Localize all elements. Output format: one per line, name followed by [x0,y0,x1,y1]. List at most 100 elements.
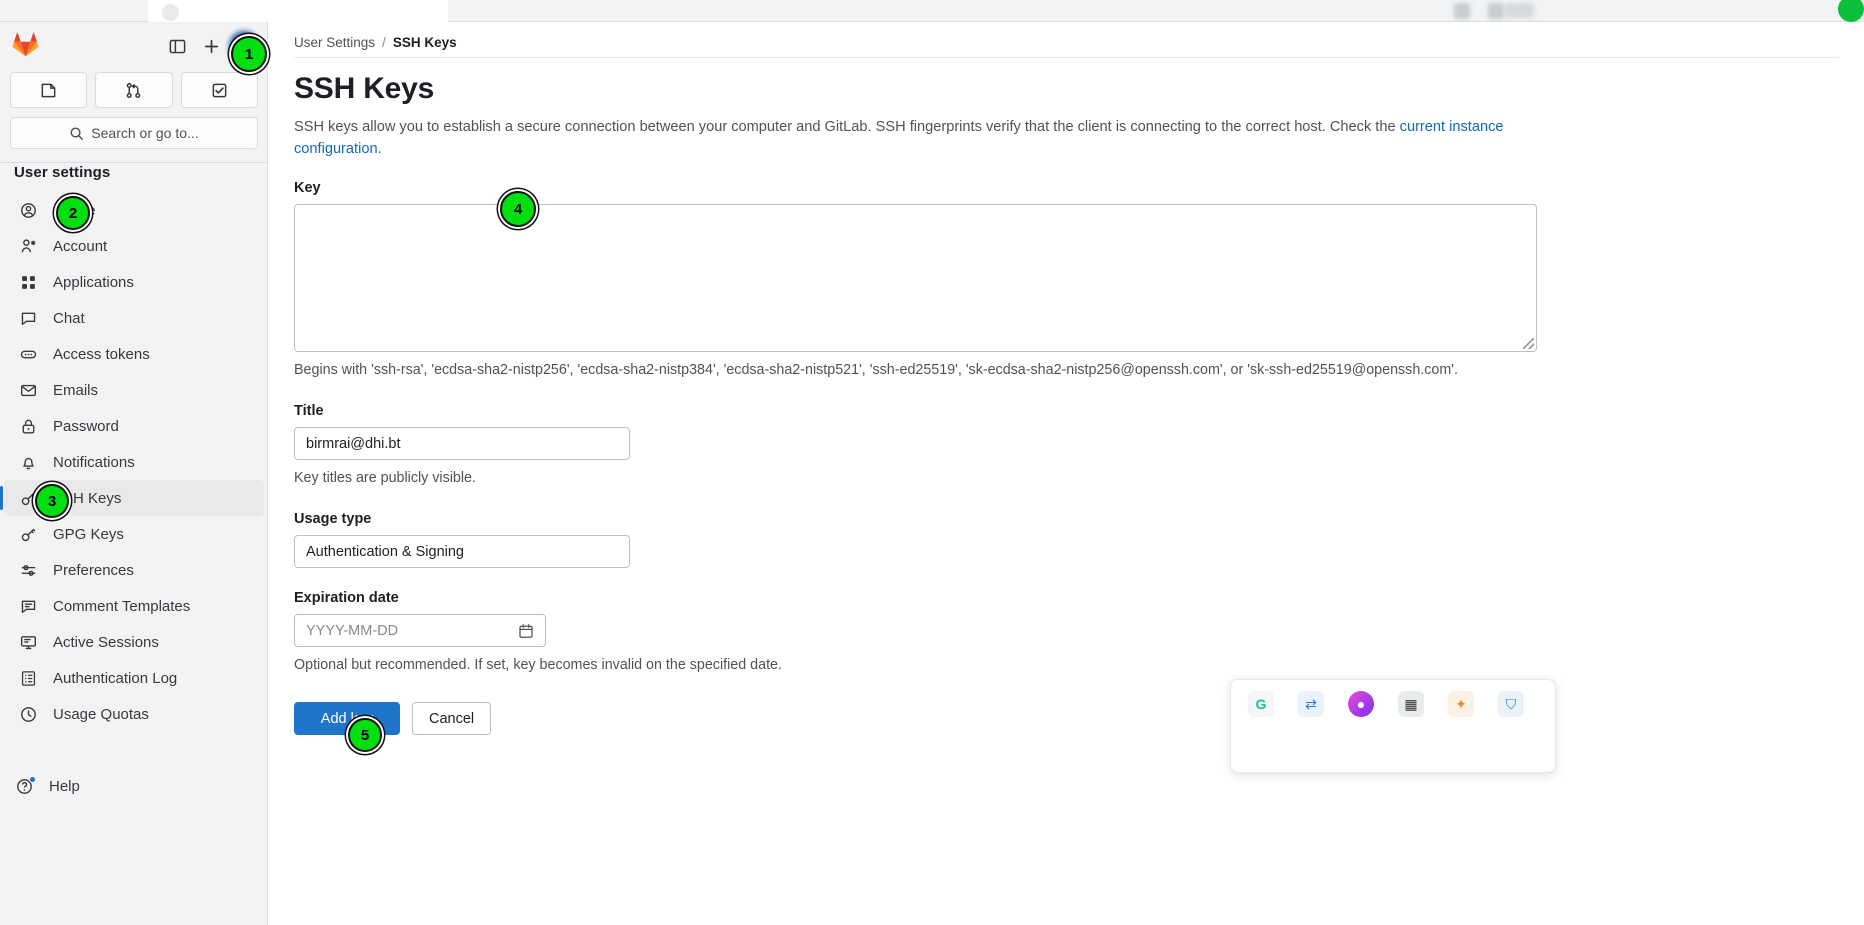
key-value-blurred [305,211,1526,345]
breadcrumb-separator: / [382,35,386,50]
translate-extension-icon[interactable]: ⇄ [1298,691,1324,717]
help-badge-dot [29,776,36,783]
create-new-button[interactable] [197,32,225,60]
page-title: SSH Keys [294,72,435,105]
quota-gauge-icon [21,706,36,722]
panel-icon [169,39,185,53]
bell-icon [23,457,34,469]
sidebar-item-gpg-keys[interactable]: GPG Keys [4,516,264,552]
qr-code-extension-icon[interactable]: ▦ [1398,691,1424,717]
expiration-hint: Optional but recommended. If set, key be… [294,657,782,673]
title-value: birmrai@dhi.bt [306,435,401,452]
page-description-tail: . [377,141,382,157]
sidebar-item-chat[interactable]: Chat [4,300,264,336]
grammarly-extension-icon[interactable]: G [1248,691,1274,717]
sidebar-item-account[interactable]: Account [4,228,264,264]
extension-icon[interactable] [1454,3,1470,19]
textarea-resize-handle[interactable] [1523,338,1534,349]
key-field-wrapper [294,204,1537,352]
tab-favicon-icon [162,4,179,21]
shield-extension-icon[interactable]: ⛉ [1498,691,1524,717]
sidebar-toggle-button[interactable] [163,32,191,60]
sidebar-item-help[interactable]: Help [4,768,260,804]
user-circle-icon [21,202,36,218]
merge-request-icon [127,82,141,98]
comment-lines-icon [21,600,36,613]
breadcrumb-parent[interactable]: User Settings [294,35,375,50]
sidebar-item-label: Applications [53,273,134,291]
ssh-key-form: Key Begins with 'ssh-rsa', 'ecdsa-sha2-n… [294,180,1839,735]
browser-chrome [0,0,1864,22]
sidebar-item-label: Password [53,417,119,435]
title-hint: Key titles are publicly visible. [294,470,476,486]
title-input[interactable]: birmrai@dhi.bt [294,427,630,460]
page-description: SSH keys allow you to establish a secure… [294,116,1544,160]
sidebar-item-label: GPG Keys [53,525,124,543]
main-content: User Settings / SSH Keys SSH Keys SSH ke… [268,22,1864,925]
sidebar-item-emails[interactable]: Emails [4,372,264,408]
plus-icon [204,39,218,53]
sidebar-item-comment-templates[interactable]: Comment Templates [4,588,264,624]
sidebar-item-label: Authentication Log [53,669,178,687]
expiration-field-group: Expiration date YYYY-MM-DD Optional but … [294,590,1839,676]
search-input[interactable]: Search or go to... [10,117,258,149]
color-picker-extension-icon[interactable]: ● [1348,691,1374,717]
expiration-placeholder: YYYY-MM-DD [306,622,399,639]
search-icon [70,127,84,140]
sidebar-item-label: Active Sessions [53,633,159,651]
token-icon [20,350,37,358]
sidebar-item-label: Help [49,777,80,795]
add-key-button[interactable]: Add key [294,702,400,735]
sidebar-item-access-tokens[interactable]: Access tokens [4,336,264,372]
sidebar-item-applications[interactable]: Applications [4,264,264,300]
sidebar-item-label: Usage Quotas [53,705,149,723]
search-placeholder: Search or go to... [91,125,199,141]
browser-extension-panel: G ⇄ ● ▦ ✦ ⛉ [1230,679,1556,773]
sidebar: Search or go to... User settings Profile… [0,22,268,925]
sliders-icon [21,564,36,576]
usage-type-select[interactable]: Authentication & Signing [294,535,630,568]
title-label: Title [294,403,324,419]
page-description-text: SSH keys allow you to establish a secure… [294,119,1400,135]
sidebar-item-label: Notifications [53,453,135,471]
sidebar-item-active-sessions[interactable]: Active Sessions [4,624,264,660]
expiration-date-input[interactable]: YYYY-MM-DD [294,614,546,647]
tab-title [188,4,388,20]
marker-4: 4 [500,191,536,227]
quick-link-todos[interactable] [180,72,258,108]
monitor-icon [21,635,36,649]
sidebar-item-label: Account [53,237,108,255]
sidebar-item-authentication-log[interactable]: Authentication Log [4,660,264,696]
envelope-icon [21,384,36,396]
quick-link-merge-requests[interactable] [95,72,173,108]
quick-link-issues[interactable] [10,72,88,108]
marker-2: 2 [56,196,90,230]
usage-type-label: Usage type [294,511,372,527]
sidebar-item-password[interactable]: Password [4,408,264,444]
sidebar-item-label: Preferences [53,561,134,579]
sidebar-divider [0,162,268,163]
breadcrumb-divider [294,57,1839,58]
log-list-icon [21,670,36,686]
sidebar-item-usage-quotas[interactable]: Usage Quotas [4,696,264,732]
key-textarea[interactable] [294,204,1537,352]
chat-bubble-icon [21,312,36,325]
browser-tab[interactable] [148,0,448,22]
sidebar-heading: User settings [14,164,111,181]
calendar-icon[interactable] [518,623,534,639]
bookmark-icon[interactable] [1488,3,1504,19]
sidebar-item-profile[interactable]: Profile [4,192,264,228]
sidebar-item-label: Access tokens [53,345,150,363]
sidebar-item-label: Emails [53,381,99,399]
account-icon [21,238,36,252]
gitlab-logo[interactable] [12,32,39,58]
cancel-button[interactable]: Cancel [412,702,492,735]
sidebar-item-notifications[interactable]: Notifications [4,444,264,480]
breadcrumb-current: SSH Keys [392,35,457,50]
usage-type-field-group: Usage type Authentication & Signing [294,511,1839,568]
marker-3: 3 [35,484,69,518]
profile-chip-icon[interactable] [1504,3,1534,18]
sidebar-item-preferences[interactable]: Preferences [4,552,264,588]
sidebar-quick-links [10,72,258,108]
honey-extension-icon[interactable]: ✦ [1448,691,1474,717]
